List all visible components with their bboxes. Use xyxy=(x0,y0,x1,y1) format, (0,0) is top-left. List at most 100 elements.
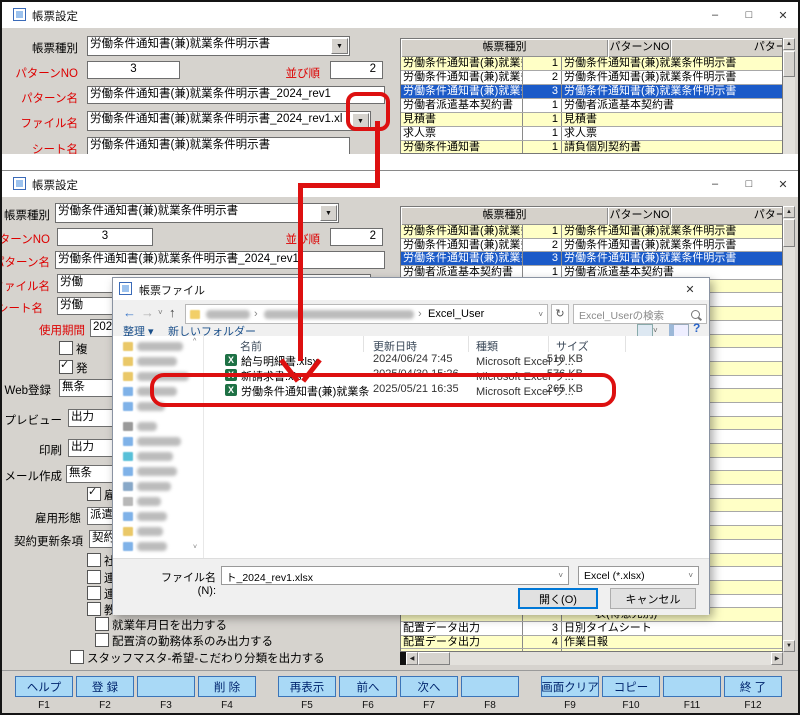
app-icon xyxy=(13,8,26,21)
checkbox-b2[interactable] xyxy=(95,633,109,647)
table-row[interactable]: 労働条件通知書(兼)就業条件明示書3労働条件通知書(兼)就業条件明示書 xyxy=(401,252,782,266)
checkbox-b1[interactable] xyxy=(95,617,109,631)
minimize-button[interactable]: – xyxy=(700,5,730,25)
function-button-f8[interactable] xyxy=(461,676,519,697)
table-row[interactable]: 労働条件通知書1請負個別契約書 xyxy=(401,141,782,154)
table-row[interactable]: 配置データ出力4作業日報 xyxy=(401,636,782,650)
scroll-up-icon[interactable]: ▲ xyxy=(783,206,795,218)
function-button-f3[interactable] xyxy=(137,676,195,697)
checkbox-ren1[interactable] xyxy=(87,570,101,584)
view-chevron-icon[interactable]: ˅ xyxy=(653,326,658,335)
checkbox-fuku-label: 複 xyxy=(76,341,88,357)
window1-titlebar[interactable]: 帳票設定 – □ ✕ xyxy=(2,2,798,28)
up-icon[interactable]: ↑ xyxy=(169,305,176,320)
scrollbar-vertical[interactable]: ▲ xyxy=(783,38,795,154)
table-row[interactable]: 労働条件通知書(兼)就業条件明示書2労働条件通知書(兼)就業条件明示書 xyxy=(401,239,782,253)
refresh-icon[interactable]: ↻ xyxy=(551,304,569,324)
table-row[interactable]: 労働条件通知書(兼)就業条件明示書1労働条件通知書(兼)就業条件明示書 xyxy=(401,57,782,71)
checkbox-ko[interactable] xyxy=(87,487,101,501)
mail-label: メール作成 xyxy=(5,468,63,484)
checkbox-fuku[interactable] xyxy=(59,341,73,355)
open-button[interactable]: 開く(O) xyxy=(518,588,598,609)
report-type-combobox[interactable]: 労働条件通知書(兼)就業条件明示書 ▼ xyxy=(87,36,350,56)
scrollbar-horizontal[interactable]: ◀ ▶ xyxy=(400,652,783,665)
column-name[interactable]: 名前 xyxy=(240,338,262,354)
table-row[interactable]: 労働者派遣基本契約書1労働者派遣基本契約書 xyxy=(401,99,782,113)
table-row[interactable]: 見積書1見積書 xyxy=(401,113,782,127)
function-button-f10[interactable]: コピー xyxy=(602,676,660,697)
window2-titlebar[interactable]: 帳票設定 – □ ✕ xyxy=(2,171,798,197)
function-button-f1[interactable]: ヘルプ xyxy=(15,676,73,697)
dialog-file-name-label: ファイル名(N): xyxy=(143,569,216,597)
table-row[interactable]: 求人票1求人票 xyxy=(401,127,782,141)
breadcrumb-current-folder[interactable]: Excel_User xyxy=(428,308,484,320)
column-size[interactable]: サイズ xyxy=(556,338,589,354)
table-row[interactable]: 配置データ出力3日別タイムシート xyxy=(401,622,782,636)
table-row[interactable]: 労働条件通知書(兼)就業条件明示書3労働条件通知書(兼)就業条件明示書 xyxy=(401,85,782,99)
sort-order-input[interactable]: 2 xyxy=(330,228,383,246)
file-name-combobox[interactable]: 労働条件通知書(兼)就業条件明示書_2024_rev1.xl ▼ xyxy=(87,111,371,131)
sheet-name-input[interactable]: 労働条件通知書(兼)就業条件明示書 xyxy=(87,137,350,155)
pane-scroll-up-icon[interactable]: ^ xyxy=(193,338,196,345)
scroll-right-icon[interactable]: ▶ xyxy=(771,652,783,665)
pane-scroll-down-icon[interactable]: ˅ xyxy=(193,544,197,551)
checkbox-hatsu[interactable] xyxy=(59,360,73,374)
function-key-label: F5 xyxy=(278,700,336,711)
search-input[interactable]: Excel_Userの検索 xyxy=(573,304,707,324)
scroll-thumb[interactable] xyxy=(783,51,795,77)
cancel-button[interactable]: キャンセル xyxy=(610,588,696,609)
sort-order-input[interactable]: 2 xyxy=(330,61,383,79)
chevron-down-icon[interactable]: ˅ xyxy=(558,571,563,580)
forward-icon[interactable]: → xyxy=(141,305,154,320)
checkbox-ren3[interactable] xyxy=(87,602,101,616)
pane-splitter[interactable] xyxy=(203,336,204,558)
function-button-f9[interactable]: 画面クリア xyxy=(541,676,599,697)
dialog-titlebar[interactable]: 帳票ファイル ✕ xyxy=(113,278,709,300)
maximize-button[interactable]: □ xyxy=(734,174,764,194)
function-button-f12[interactable]: 終 了 xyxy=(724,676,782,697)
help-icon[interactable]: ? xyxy=(693,321,700,335)
close-button[interactable]: ✕ xyxy=(768,174,798,194)
redacted-folder-label xyxy=(137,452,173,461)
scroll-left-icon[interactable]: ◀ xyxy=(406,652,418,665)
report-type-combobox[interactable]: 労働条件通知書(兼)就業条件明示書 ▼ xyxy=(55,203,339,223)
table-row[interactable]: 労働条件通知書(兼)就業条件明示書2労働条件通知書(兼)就業条件明示書 xyxy=(401,71,782,85)
checkbox-sha[interactable] xyxy=(87,553,101,567)
scroll-down-icon[interactable]: ▼ xyxy=(783,640,795,652)
table-row[interactable]: 労働条件通知書(兼)就業条件明示書1労働条件通知書(兼)就業条件明示書 xyxy=(401,225,782,239)
checkbox-ren2[interactable] xyxy=(87,586,101,600)
function-button-f7[interactable]: 次へ xyxy=(400,676,458,697)
folder-nav-pane[interactable] xyxy=(113,336,203,558)
scroll-thumb[interactable] xyxy=(418,652,450,665)
pattern-no-input[interactable]: 3 xyxy=(57,228,153,246)
pattern-name-input[interactable]: 労働条件通知書(兼)就業条件明示書_2024_rev1 xyxy=(87,86,385,104)
chevron-down-icon[interactable]: ▼ xyxy=(331,38,348,54)
close-button[interactable]: ✕ xyxy=(768,5,798,25)
minimize-button[interactable]: – xyxy=(700,174,730,194)
chevron-down-icon[interactable]: ▼ xyxy=(320,205,337,221)
scroll-thumb[interactable] xyxy=(783,219,795,247)
column-date[interactable]: 更新日時 xyxy=(373,338,417,354)
function-button-f11[interactable] xyxy=(663,676,721,697)
scroll-up-icon[interactable]: ▲ xyxy=(783,38,795,50)
address-chevron-icon[interactable]: ˅ xyxy=(538,310,543,319)
function-button-f2[interactable]: 登 録 xyxy=(76,676,134,697)
scrollbar-vertical[interactable]: ▲ ▼ xyxy=(783,206,795,652)
file-name-label: ファイル名 xyxy=(21,115,79,131)
function-button-f4[interactable]: 削 除 xyxy=(198,676,256,697)
history-chevron-icon[interactable]: ˅ xyxy=(158,308,163,317)
chevron-down-icon[interactable]: ˅ xyxy=(688,571,693,580)
dialog-file-name-input[interactable]: ト_2024_rev1.xlsx ˅ xyxy=(221,566,569,585)
column-type[interactable]: 種類 xyxy=(476,338,498,354)
pattern-no-input[interactable]: 3 xyxy=(87,61,180,79)
back-icon[interactable]: ← xyxy=(123,305,136,320)
maximize-button[interactable]: □ xyxy=(734,5,764,25)
close-icon[interactable]: ✕ xyxy=(675,279,705,299)
checkbox-b3[interactable] xyxy=(70,650,84,664)
pattern-name-input[interactable]: 労働条件通知書(兼)就業条件明示書_2024_rev1 xyxy=(55,251,385,269)
annotation-circle-file xyxy=(150,373,616,407)
address-bar[interactable]: › › Excel_User ˅ xyxy=(185,304,548,324)
dialog-filter-select[interactable]: Excel (*.xlsx) ˅ xyxy=(578,566,699,585)
function-button-f5[interactable]: 再表示 xyxy=(278,676,336,697)
function-button-f6[interactable]: 前へ xyxy=(339,676,397,697)
